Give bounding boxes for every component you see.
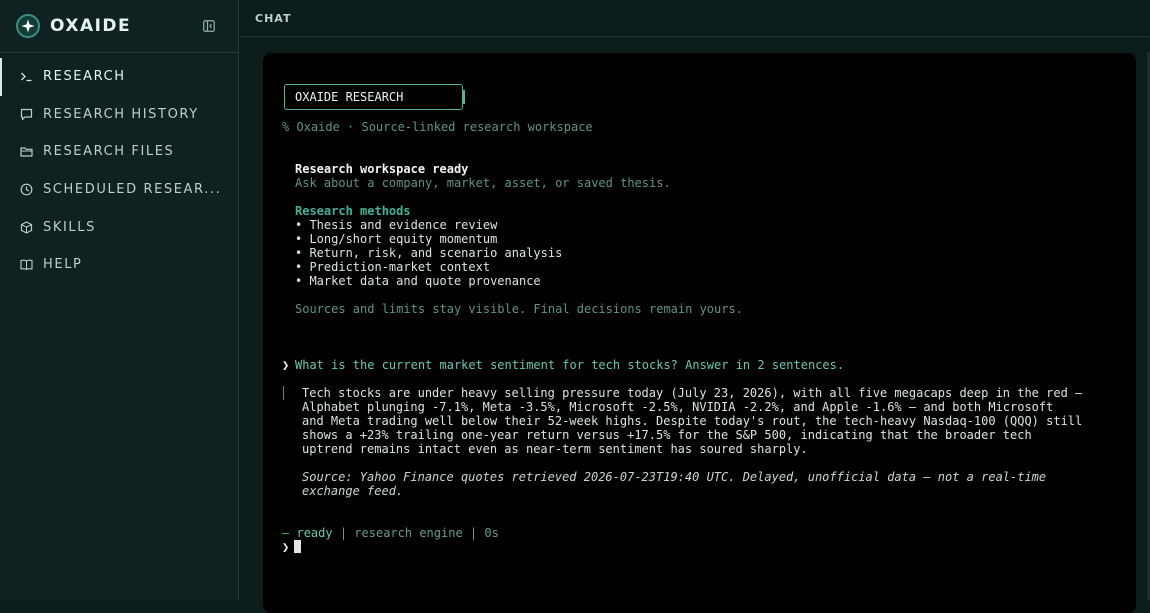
status-separator: | — [469, 526, 478, 540]
ready-hint: Ask about a company, market, asset, or s… — [295, 176, 671, 190]
terminal-title: OXAIDE RESEARCH — [295, 90, 404, 104]
page-title: CHAT — [240, 0, 1150, 37]
list-item: • Thesis and evidence review — [295, 218, 498, 232]
footer-note: Sources and limits stay visible. Final d… — [295, 302, 743, 316]
input-cursor[interactable] — [294, 540, 301, 553]
clock-icon — [19, 183, 33, 197]
terminal-subtitle: % Oxaide · Source-linked research worksp… — [282, 120, 593, 134]
sidebar-item-label: SCHEDULED RESEAR... — [43, 182, 222, 198]
status-engine: research engine — [354, 526, 463, 540]
sidebar-item-research[interactable]: RESEARCH — [0, 58, 238, 96]
answer-line: Alphabet plunging -7.1%, Meta -3.5%, Mic… — [302, 400, 1054, 414]
app-name: OXAIDE — [50, 16, 132, 36]
sidebar-item-label: HELP — [43, 257, 83, 273]
list-item: • Prediction-market context — [295, 260, 491, 274]
sidebar-nav: RESEARCH RESEARCH HISTORY RESEARCH FILES… — [0, 53, 238, 284]
folder-icon — [19, 145, 33, 159]
prompt-symbol: ❯ — [282, 358, 290, 372]
status-dash: — — [282, 526, 290, 540]
ready-heading: Research workspace ready — [295, 162, 469, 176]
methods-heading: Research methods — [295, 204, 411, 218]
sidebar-item-label: RESEARCH — [43, 69, 126, 85]
oxaide-logo-icon — [16, 14, 40, 38]
cube-icon — [19, 220, 33, 234]
answer-line: Tech stocks are under heavy selling pres… — [302, 386, 1083, 400]
list-item: • Return, risk, and scenario analysis — [295, 246, 563, 260]
list-item: • Long/short equity momentum — [295, 232, 498, 246]
terminal-prompt-icon — [19, 70, 33, 84]
sidebar-item-label: SKILLS — [43, 219, 96, 235]
chat-terminal[interactable]: OXAIDE RESEARCH % Oxaide · Source-linked… — [263, 53, 1136, 613]
terminal-title-box: OXAIDE RESEARCH — [284, 84, 465, 110]
answer-line: shows a +23% trailing one-year return ve… — [302, 428, 1032, 442]
sidebar: OXAIDE RESEARCH RESEARCH HISTORY RESEARC… — [0, 0, 239, 600]
status-elapsed: 0s — [484, 526, 499, 540]
chat-bubble-icon — [19, 107, 33, 121]
source-line: exchange feed. — [302, 484, 404, 498]
sidebar-item-help[interactable]: HELP — [0, 246, 238, 284]
brand-header: OXAIDE — [0, 0, 238, 53]
source-line: Source: Yahoo Finance quotes retrieved 2… — [302, 470, 1047, 484]
sidebar-collapse-icon[interactable] — [202, 19, 215, 32]
user-question: What is the current market sentiment for… — [295, 358, 845, 372]
sidebar-item-research-files[interactable]: RESEARCH FILES — [0, 133, 238, 171]
sidebar-item-label: RESEARCH HISTORY — [43, 106, 199, 122]
list-item: • Market data and quote provenance — [295, 274, 541, 288]
sidebar-item-scheduled-research[interactable]: SCHEDULED RESEAR... — [0, 171, 238, 209]
sidebar-item-skills[interactable]: SKILLS — [0, 208, 238, 246]
status-separator: | — [339, 526, 348, 540]
sidebar-item-research-history[interactable]: RESEARCH HISTORY — [0, 96, 238, 134]
answer-marker — [283, 386, 284, 400]
status-state: ready — [296, 526, 333, 540]
input-prompt-symbol: ❯ — [282, 540, 290, 554]
book-icon — [19, 258, 33, 272]
status-line: — ready | research engine | 0s — [282, 526, 499, 540]
sidebar-item-label: RESEARCH FILES — [43, 144, 175, 160]
answer-line: uptrend remains intact even as near-term… — [302, 442, 808, 456]
answer-line: and Meta trading well below their 52-wee… — [302, 414, 1083, 428]
